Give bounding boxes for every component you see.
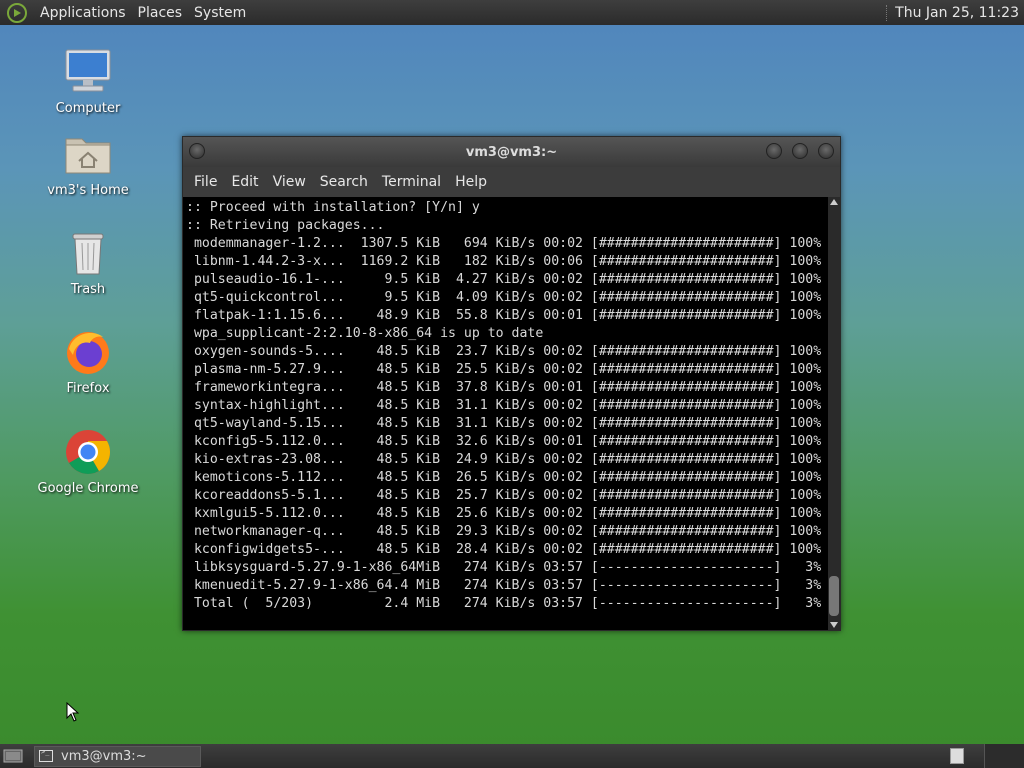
window-titlebar[interactable]: vm3@vm3:~ xyxy=(183,137,840,167)
terminal-menubar: File Edit View Search Terminal Help xyxy=(183,167,840,197)
minimize-button[interactable] xyxy=(766,143,782,159)
terminal-line: flatpak-1:1.15.6... 48.9 KiB 55.8 KiB/s … xyxy=(186,308,822,323)
taskbar-label: vm3@vm3:~ xyxy=(61,748,147,764)
menu-help[interactable]: Help xyxy=(448,174,494,190)
scroll-up-arrow-icon[interactable] xyxy=(830,199,838,205)
mouse-pointer-icon xyxy=(66,702,80,722)
desktop-icon-label: vm3's Home xyxy=(47,183,129,198)
system-menu[interactable]: System xyxy=(188,5,252,21)
terminal-line: :: Proceed with installation? [Y/n] y xyxy=(186,200,480,215)
show-desktop-icon[interactable] xyxy=(2,747,24,765)
desktop-icon-label: Computer xyxy=(55,101,121,116)
terminal-output[interactable]: :: Proceed with installation? [Y/n] y:: … xyxy=(183,197,828,630)
desktop-icon-firefox[interactable]: Firefox xyxy=(33,327,143,396)
applications-menu[interactable]: Applications xyxy=(34,5,132,21)
desktop-icon-chrome[interactable]: Google Chrome xyxy=(33,427,143,496)
distro-logo-icon[interactable] xyxy=(6,2,28,24)
scrollbar-thumb[interactable] xyxy=(829,576,839,616)
terminal-line: libksysguard-5.27.9-1-x86_64MiB 274 KiB/… xyxy=(186,560,822,575)
scroll-down-arrow-icon[interactable] xyxy=(830,622,838,628)
home-folder-icon xyxy=(65,138,111,174)
menu-file[interactable]: File xyxy=(187,174,224,190)
bottom-panel: vm3@vm3:~ xyxy=(0,744,1024,768)
maximize-button[interactable] xyxy=(792,143,808,159)
terminal-scrollbar[interactable] xyxy=(828,197,840,630)
trash-icon xyxy=(72,233,104,275)
terminal-line: networkmanager-q... 48.5 KiB 29.3 KiB/s … xyxy=(186,524,822,539)
taskbar-button-terminal[interactable]: vm3@vm3:~ xyxy=(34,745,201,767)
desktop-icon-home[interactable]: vm3's Home xyxy=(33,129,143,198)
computer-icon xyxy=(65,49,111,92)
terminal-line: frameworkintegra... 48.5 KiB 37.8 KiB/s … xyxy=(186,380,822,395)
desktop-icon-trash[interactable]: Trash xyxy=(33,228,143,297)
terminal-line: kemoticons-5.112... 48.5 KiB 26.5 KiB/s … xyxy=(186,470,822,485)
terminal-line: kconfigwidgets5-... 48.5 KiB 28.4 KiB/s … xyxy=(186,542,822,557)
menu-edit[interactable]: Edit xyxy=(224,174,265,190)
terminal-line: syntax-highlight... 48.5 KiB 31.1 KiB/s … xyxy=(186,398,822,413)
terminal-line: plasma-nm-5.27.9... 48.5 KiB 25.5 KiB/s … xyxy=(186,362,822,377)
desktop-icon-label: Trash xyxy=(70,282,106,297)
terminal-line: kconfig5-5.112.0... 48.5 KiB 32.6 KiB/s … xyxy=(186,434,822,449)
terminal-line: modemmanager-1.2... 1307.5 KiB 694 KiB/s… xyxy=(186,236,822,251)
terminal-icon xyxy=(39,748,53,762)
terminal-window[interactable]: vm3@vm3:~ File Edit View Search Terminal… xyxy=(182,136,841,631)
terminal-line: wpa_supplicant-2:2.10-8-x86_64 is up to … xyxy=(186,326,544,341)
terminal-line: pulseaudio-16.1-... 9.5 KiB 4.27 KiB/s 0… xyxy=(186,272,822,287)
window-menu-button[interactable] xyxy=(189,143,205,159)
terminal-line: Total ( 5/203) 2.4 MiB 274 KiB/s 03:57 [… xyxy=(186,596,822,611)
terminal-line: kio-extras-23.08... 48.5 KiB 24.9 KiB/s … xyxy=(186,452,822,467)
terminal-line: kcoreaddons5-5.1... 48.5 KiB 25.7 KiB/s … xyxy=(186,488,822,503)
top-panel: Applications Places System Thu Jan 25, 1… xyxy=(0,0,1024,25)
menu-view[interactable]: View xyxy=(266,174,313,190)
desktop-icon-label: Google Chrome xyxy=(37,481,139,496)
terminal-line: qt5-wayland-5.15... 48.5 KiB 31.1 KiB/s … xyxy=(186,416,822,431)
places-menu[interactable]: Places xyxy=(132,5,189,21)
terminal-line: kmenuedit-5.27.9-1-x86_64.4 MiB 274 KiB/… xyxy=(186,578,822,593)
terminal-line: libnm-1.44.2-3-x... 1169.2 KiB 182 KiB/s… xyxy=(186,254,822,269)
close-button[interactable] xyxy=(818,143,834,159)
terminal-line: oxygen-sounds-5.... 48.5 KiB 23.7 KiB/s … xyxy=(186,344,822,359)
chrome-icon xyxy=(66,430,110,474)
firefox-icon xyxy=(67,332,109,374)
menu-search[interactable]: Search xyxy=(313,174,375,190)
terminal-line: kxmlgui5-5.112.0... 48.5 KiB 25.6 KiB/s … xyxy=(186,506,822,521)
terminal-line: qt5-quickcontrol... 9.5 KiB 4.09 KiB/s 0… xyxy=(186,290,822,305)
clock[interactable]: Thu Jan 25, 11:23 xyxy=(895,5,1024,21)
window-title: vm3@vm3:~ xyxy=(465,144,558,160)
panel-grip xyxy=(886,4,889,21)
terminal-line: :: Retrieving packages... xyxy=(186,218,385,233)
menu-terminal[interactable]: Terminal xyxy=(375,174,448,190)
workspace-1[interactable] xyxy=(950,748,964,764)
workspace-2[interactable] xyxy=(984,744,1024,768)
desktop-icon-computer[interactable]: Computer xyxy=(33,47,143,116)
desktop-icon-label: Firefox xyxy=(66,381,110,396)
